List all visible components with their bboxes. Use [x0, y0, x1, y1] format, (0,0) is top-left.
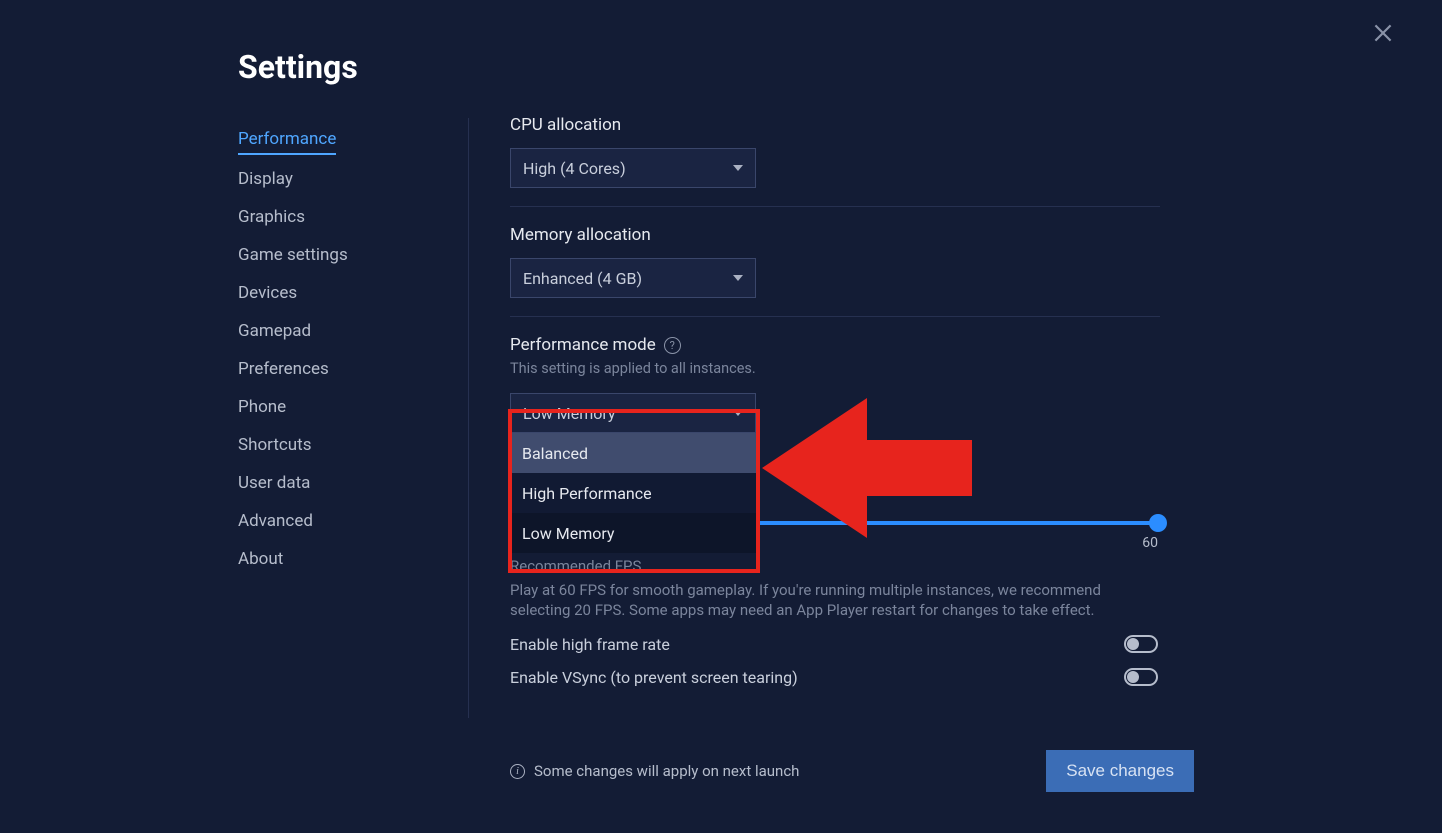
- close-icon: [1370, 20, 1396, 46]
- footer: i Some changes will apply on next launch…: [510, 750, 1194, 792]
- footer-info-text: Some changes will apply on next launch: [534, 762, 799, 780]
- vsync-toggle[interactable]: [1124, 668, 1158, 686]
- sidebar-item-graphics[interactable]: Graphics: [238, 198, 458, 236]
- vsync-label: Enable VSync (to prevent screen tearing): [510, 668, 798, 687]
- perf-mode-option-high-performance[interactable]: High Performance: [510, 473, 756, 513]
- perf-mode-label-row: Performance mode ?: [510, 335, 1160, 355]
- page-title: Settings: [238, 48, 358, 86]
- cpu-label: CPU allocation: [510, 115, 1160, 135]
- perf-mode-section: Performance mode ? This setting is appli…: [510, 335, 1160, 687]
- sidebar-item-gamepad[interactable]: Gamepad: [238, 312, 458, 350]
- vsync-row: Enable VSync (to prevent screen tearing): [510, 668, 1158, 687]
- perf-mode-select-value: Low Memory: [523, 404, 615, 423]
- memory-select[interactable]: Enhanced (4 GB): [510, 258, 756, 298]
- high-frame-label: Enable high frame rate: [510, 635, 670, 654]
- save-changes-button[interactable]: Save changes: [1046, 750, 1194, 792]
- recommended-fps-body: Play at 60 FPS for smooth gameplay. If y…: [510, 580, 1150, 621]
- caret-down-icon: [733, 275, 743, 281]
- perf-mode-label: Performance mode: [510, 335, 656, 355]
- sidebar-item-shortcuts[interactable]: Shortcuts: [238, 426, 458, 464]
- sidebar-item-about[interactable]: About: [238, 540, 458, 578]
- sidebar-item-advanced[interactable]: Advanced: [238, 502, 458, 540]
- caret-down-icon: [733, 165, 743, 171]
- high-frame-row: Enable high frame rate: [510, 635, 1158, 654]
- settings-sidebar: Performance Display Graphics Game settin…: [238, 120, 458, 578]
- help-icon[interactable]: ?: [664, 337, 681, 354]
- perf-mode-option-low-memory[interactable]: Low Memory: [510, 513, 756, 553]
- perf-mode-dropdown: Balanced High Performance Low Memory: [510, 433, 756, 553]
- sidebar-item-user-data[interactable]: User data: [238, 464, 458, 502]
- cpu-select-value: High (4 Cores): [523, 159, 626, 178]
- footer-info: i Some changes will apply on next launch: [510, 762, 799, 780]
- fps-slider-max: 60: [1142, 535, 1158, 551]
- memory-section: Memory allocation Enhanced (4 GB): [510, 225, 1160, 317]
- perf-mode-select[interactable]: Low Memory: [510, 393, 756, 433]
- memory-label: Memory allocation: [510, 225, 1160, 245]
- info-icon: i: [510, 764, 525, 779]
- sidebar-item-display[interactable]: Display: [238, 160, 458, 198]
- sidebar-item-devices[interactable]: Devices: [238, 274, 458, 312]
- sidebar-item-preferences[interactable]: Preferences: [238, 350, 458, 388]
- caret-down-icon: [733, 410, 743, 416]
- cpu-select[interactable]: High (4 Cores): [510, 148, 756, 188]
- high-frame-toggle[interactable]: [1124, 635, 1158, 653]
- perf-mode-sub: This setting is applied to all instances…: [510, 360, 1160, 377]
- vertical-divider: [468, 118, 469, 718]
- sidebar-item-game-settings[interactable]: Game settings: [238, 236, 458, 274]
- recommended-fps-heading: Recommended FPS: [510, 557, 1160, 575]
- fps-slider-thumb[interactable]: [1149, 514, 1167, 532]
- memory-select-value: Enhanced (4 GB): [523, 269, 642, 288]
- close-button[interactable]: [1370, 20, 1396, 46]
- perf-mode-option-balanced[interactable]: Balanced: [510, 433, 756, 473]
- cpu-section: CPU allocation High (4 Cores): [510, 115, 1160, 207]
- sidebar-item-phone[interactable]: Phone: [238, 388, 458, 426]
- settings-main: CPU allocation High (4 Cores) Memory all…: [510, 115, 1160, 705]
- sidebar-item-performance[interactable]: Performance: [238, 120, 336, 155]
